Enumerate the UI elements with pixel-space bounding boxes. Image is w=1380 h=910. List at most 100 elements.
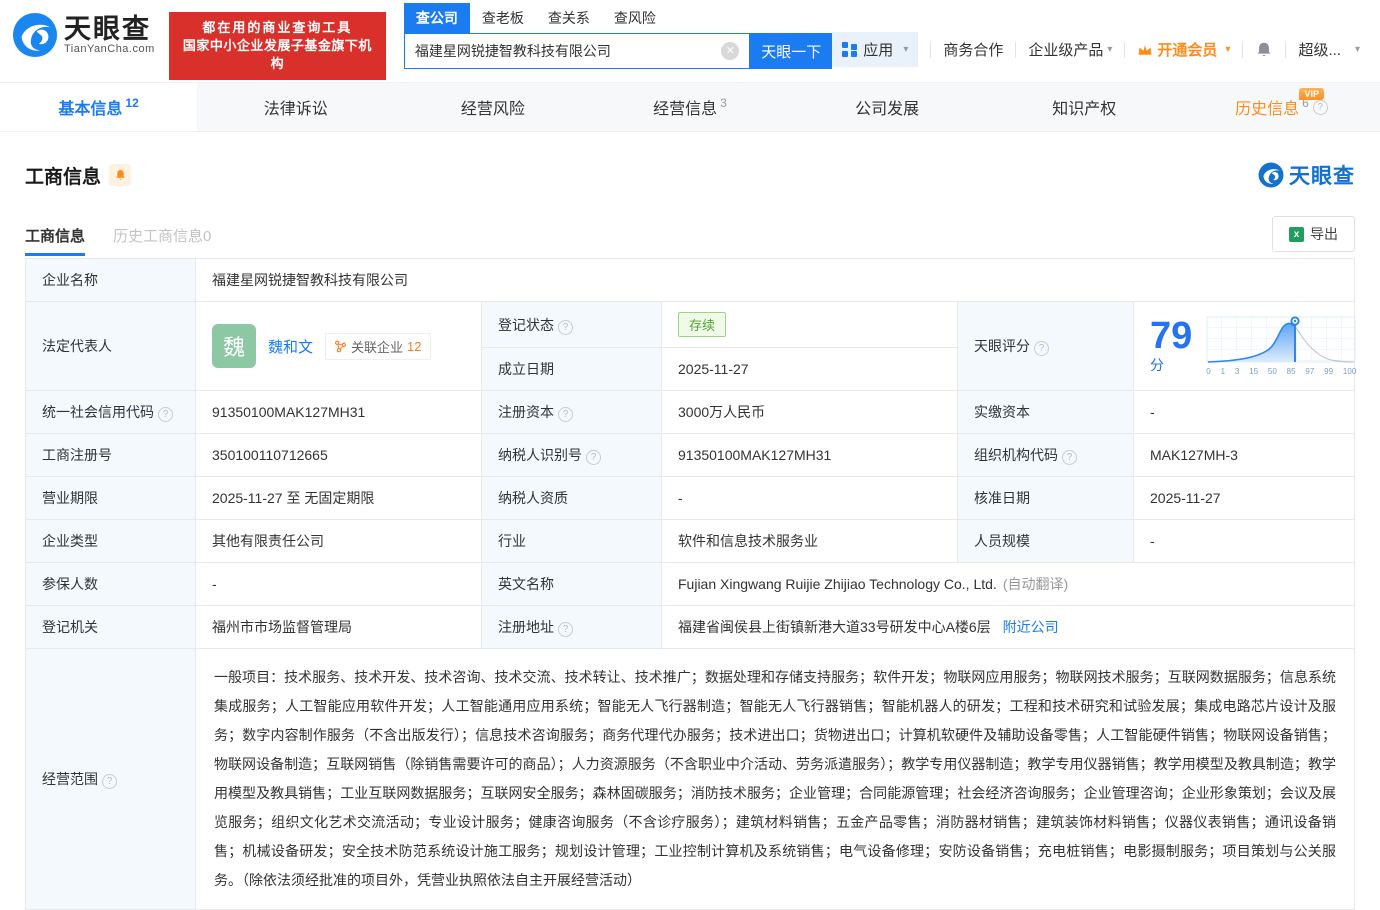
tianyancha-logo[interactable]: 天眼查 TianYanCha.com bbox=[12, 12, 155, 58]
vip-badge: VIP bbox=[1299, 88, 1324, 100]
tab-legal-lawsuits[interactable]: 法律诉讼 bbox=[197, 83, 394, 131]
reg-authority-label: 登记机关 bbox=[26, 606, 196, 649]
open-vip-label: 开通会员 bbox=[1157, 39, 1217, 60]
export-button[interactable]: x 导出 bbox=[1272, 216, 1355, 252]
tianyancha-logo-icon bbox=[12, 12, 58, 58]
help-icon[interactable]: ? bbox=[1034, 341, 1049, 356]
help-icon[interactable]: ? bbox=[558, 622, 573, 637]
related-companies-label: 关联企业 bbox=[351, 337, 403, 356]
clear-search-icon[interactable]: ✕ bbox=[721, 42, 739, 60]
tab-basic-info[interactable]: 基本信息 12 bbox=[0, 83, 197, 131]
business-term-label: 营业期限 bbox=[26, 477, 196, 520]
taxpayer-id-value: 91350100MAK127MH31 bbox=[662, 434, 958, 477]
top-header: 天眼查 TianYanCha.com 都在用的商业查询工具 国家中小企业发展子基… bbox=[0, 0, 1380, 82]
search-area: 查公司 查老板 查关系 查风险 ✕ 天眼一下 bbox=[404, 5, 832, 69]
establish-date-value: 2025-11-27 bbox=[662, 348, 958, 391]
tab-operation-info-label: 经营信息 bbox=[653, 95, 717, 119]
tianyancha-watermark: 天眼查 bbox=[1258, 160, 1355, 190]
crown-icon bbox=[1137, 43, 1153, 57]
user-account-label: 超级... bbox=[1298, 39, 1341, 60]
apps-label: 应用 bbox=[863, 39, 893, 60]
help-icon[interactable]: ? bbox=[1062, 450, 1077, 465]
related-companies-badge[interactable]: 关联企业 12 bbox=[325, 333, 430, 360]
logo-subtitle: TianYanCha.com bbox=[64, 43, 155, 55]
search-tab-boss[interactable]: 查老板 bbox=[470, 3, 536, 33]
insured-count-label: 参保人数 bbox=[26, 563, 196, 606]
status-badge: 存续 bbox=[678, 312, 726, 337]
tab-intellectual-property[interactable]: 知识产权 bbox=[986, 83, 1183, 131]
table-row: 企业名称 福建星网锐捷智教科技有限公司 bbox=[26, 259, 1355, 302]
company-type-label: 企业类型 bbox=[26, 520, 196, 563]
tab-intellectual-property-label: 知识产权 bbox=[1052, 95, 1116, 119]
network-icon bbox=[334, 340, 347, 353]
logo-title: 天眼查 bbox=[64, 15, 155, 43]
tab-history-info-label: 历史信息 bbox=[1235, 95, 1299, 119]
tab-basic-info-count: 12 bbox=[125, 96, 138, 110]
notification-bell-icon[interactable] bbox=[1255, 41, 1273, 59]
legal-rep-avatar[interactable]: 魏 bbox=[212, 324, 256, 368]
help-icon[interactable]: ? bbox=[586, 450, 601, 465]
slogan-line2: 国家中小企业发展子基金旗下机构 bbox=[179, 37, 376, 73]
chevron-down-icon: ▾ bbox=[1107, 44, 1112, 55]
credit-code-label: 统一社会信用代码? bbox=[26, 391, 196, 434]
reg-number-label: 工商注册号 bbox=[26, 434, 196, 477]
enterprise-products-menu[interactable]: 企业级产品 ▾ bbox=[1028, 39, 1112, 60]
english-name-value: Fujian Xingwang Ruijie Zhijiao Technolog… bbox=[662, 563, 1355, 606]
brand-slogan-banner: 都在用的商业查询工具 国家中小企业发展子基金旗下机构 bbox=[169, 12, 386, 80]
credit-code-value: 91350100MAK127MH31 bbox=[196, 391, 482, 434]
score-distribution-chart: 01 315 5085 9799 100 bbox=[1206, 316, 1356, 376]
subscribe-bell-button[interactable] bbox=[109, 164, 131, 186]
tab-operation-info[interactable]: 经营信息 3 bbox=[591, 83, 788, 131]
org-code-label: 组织机构代码? bbox=[958, 434, 1134, 477]
reg-status-label: 登记状态? bbox=[482, 302, 662, 348]
help-icon[interactable]: ? bbox=[102, 774, 117, 789]
search-tab-relation[interactable]: 查关系 bbox=[536, 3, 602, 33]
paid-capital-label: 实缴资本 bbox=[958, 391, 1134, 434]
help-icon[interactable]: ? bbox=[1313, 100, 1328, 115]
user-account-menu[interactable]: 超级... ▾ bbox=[1298, 39, 1360, 60]
header-menu: 应用 ▾ 商务合作 企业级产品 ▾ 开通会员 ▾ 超级... ▾ bbox=[832, 32, 1360, 67]
subtab-business-info[interactable]: 工商信息 bbox=[25, 225, 85, 256]
nearby-companies-link[interactable]: 附近公司 bbox=[1003, 619, 1059, 635]
open-vip-button[interactable]: 开通会员 ▾ bbox=[1137, 39, 1230, 60]
apps-menu-button[interactable]: 应用 ▾ bbox=[832, 32, 918, 67]
table-row: 法定代表人 魏 魏和文 关联企业 12 bbox=[26, 302, 1355, 348]
search-input[interactable] bbox=[405, 43, 721, 59]
tab-history-info[interactable]: VIP 历史信息 6 ? bbox=[1183, 83, 1380, 131]
taxpayer-quality-value: - bbox=[662, 477, 958, 520]
reg-capital-label: 注册资本? bbox=[482, 391, 662, 434]
subtab-history-business-info[interactable]: 历史工商信息0 bbox=[113, 225, 211, 256]
taxpayer-quality-label: 纳税人资质 bbox=[482, 477, 662, 520]
reg-address-value: 福建省闽侯县上街镇新港大道33号研发中心A楼6层 附近公司 bbox=[662, 606, 1355, 649]
industry-label: 行业 bbox=[482, 520, 662, 563]
search-tab-risk[interactable]: 查风险 bbox=[602, 3, 668, 33]
company-name-label: 企业名称 bbox=[26, 259, 196, 302]
tab-company-development-label: 公司发展 bbox=[855, 95, 919, 119]
table-row: 企业类型 其他有限责任公司 行业 软件和信息技术服务业 人员规模 - bbox=[26, 520, 1355, 563]
tianyan-score[interactable]: 79分 bbox=[1150, 316, 1338, 376]
help-icon[interactable]: ? bbox=[558, 320, 573, 335]
industry-value: 软件和信息技术服务业 bbox=[662, 520, 958, 563]
company-detail-tabs: 基本信息 12 法律诉讼 经营风险 经营信息 3 公司发展 知识产权 VIP 历… bbox=[0, 82, 1380, 132]
table-row: 统一社会信用代码? 91350100MAK127MH31 注册资本? 3000万… bbox=[26, 391, 1355, 434]
approval-date-label: 核准日期 bbox=[958, 477, 1134, 520]
help-icon[interactable]: ? bbox=[558, 407, 573, 422]
business-cooperation-link[interactable]: 商务合作 bbox=[943, 39, 1003, 60]
org-code-value: MAK127MH-3 bbox=[1134, 434, 1355, 477]
help-icon[interactable]: ? bbox=[158, 407, 173, 422]
search-button[interactable]: 天眼一下 bbox=[750, 33, 832, 69]
section-title: 工商信息 bbox=[25, 162, 101, 189]
table-row: 工商注册号 350100110712665 纳税人识别号? 91350100MA… bbox=[26, 434, 1355, 477]
business-info-table: 企业名称 福建星网锐捷智教科技有限公司 法定代表人 魏 魏和文 bbox=[25, 258, 1355, 910]
apps-grid-icon bbox=[842, 42, 857, 57]
tab-operation-risk[interactable]: 经营风险 bbox=[394, 83, 591, 131]
tab-company-development[interactable]: 公司发展 bbox=[789, 83, 986, 131]
tab-legal-lawsuits-label: 法律诉讼 bbox=[264, 95, 328, 119]
taxpayer-id-label: 纳税人识别号? bbox=[482, 434, 662, 477]
score-axis-labels: 01 315 5085 9799 100 bbox=[1206, 367, 1356, 376]
chevron-down-icon: ▾ bbox=[1355, 44, 1360, 55]
search-tab-company[interactable]: 查公司 bbox=[404, 3, 470, 33]
reg-address-label: 注册地址? bbox=[482, 606, 662, 649]
legal-rep-label: 法定代表人 bbox=[26, 302, 196, 391]
legal-rep-name-link[interactable]: 魏和文 bbox=[268, 336, 313, 357]
